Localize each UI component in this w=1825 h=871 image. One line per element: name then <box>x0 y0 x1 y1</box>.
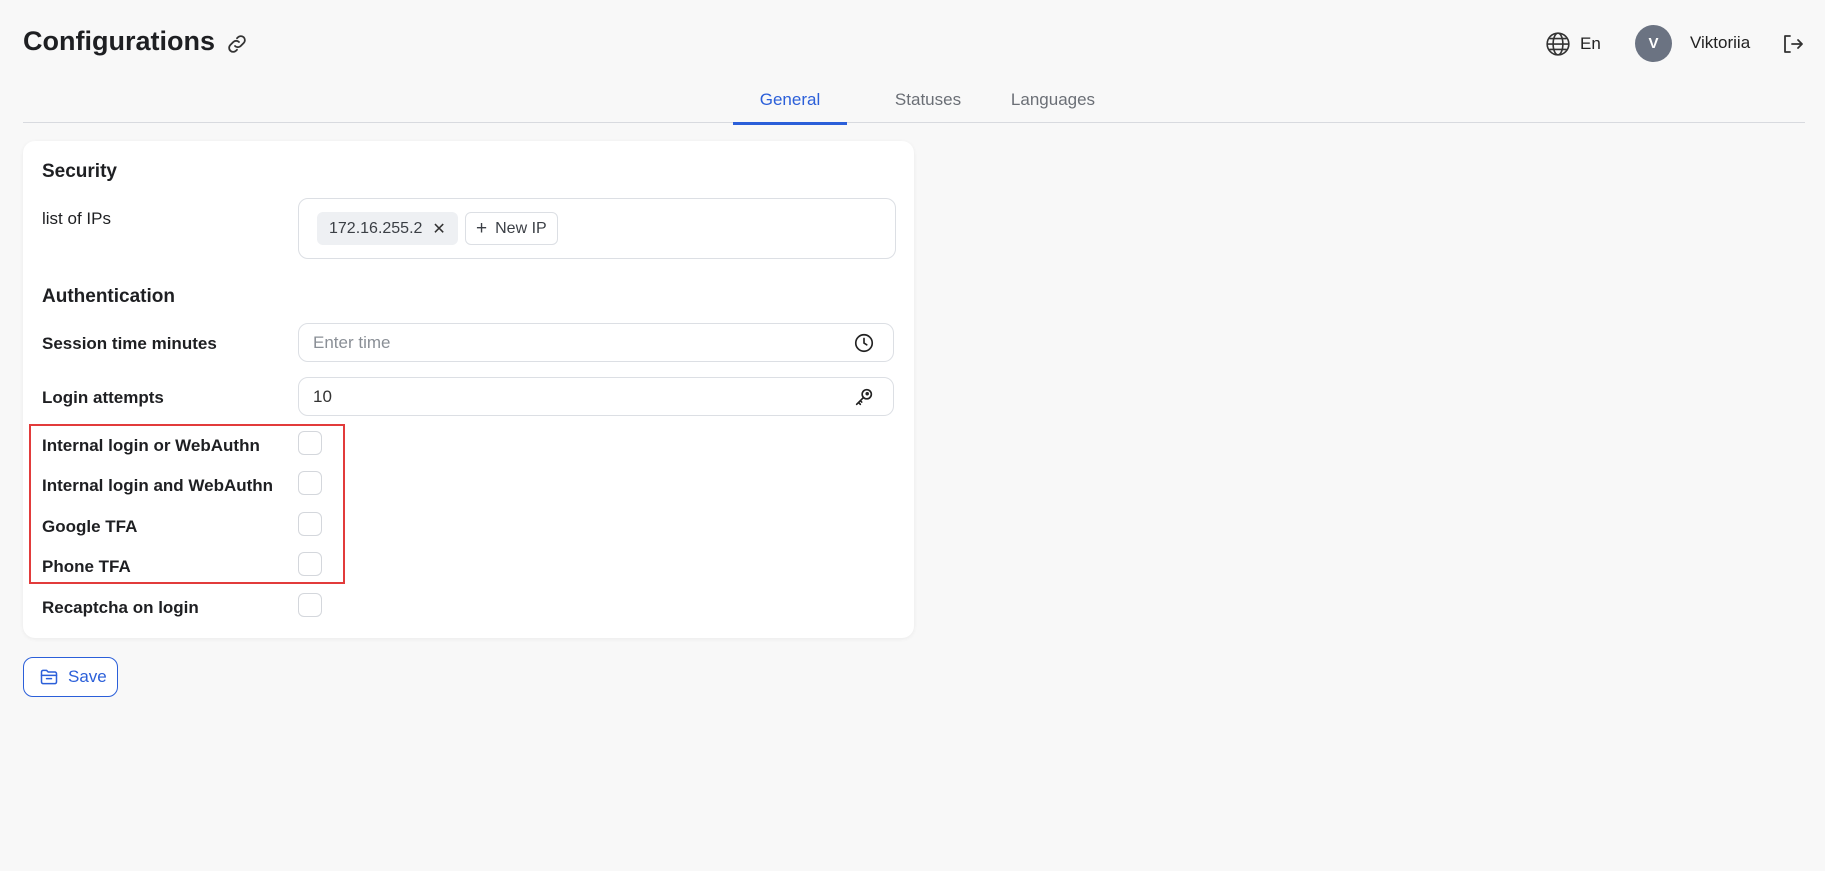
avatar[interactable]: V <box>1635 25 1672 62</box>
authentication-title: Authentication <box>42 286 175 307</box>
ip-list-field[interactable]: 172.16.255.2 ✕ + New IP <box>298 198 896 259</box>
tab-statuses[interactable]: Statuses <box>868 90 988 122</box>
globe-icon[interactable] <box>1545 31 1571 57</box>
checkbox-label-internal-or-webauthn: Internal login or WebAuthn <box>42 436 260 455</box>
checkbox-phone-tfa[interactable] <box>298 552 322 576</box>
language-selector[interactable]: En <box>1580 34 1601 54</box>
key-icon <box>855 388 873 406</box>
checkbox-internal-and-webauthn[interactable] <box>298 471 322 495</box>
checkbox-label-internal-and-webauthn: Internal login and WebAuthn <box>42 476 274 495</box>
folder-icon <box>40 669 58 685</box>
login-attempts-field <box>298 377 894 416</box>
clock-icon <box>854 333 874 353</box>
remove-ip-icon[interactable]: ✕ <box>432 219 445 239</box>
login-attempts-label: Login attempts <box>42 388 164 407</box>
checkbox-label-phone-tfa: Phone TFA <box>42 557 131 576</box>
new-ip-button[interactable]: + New IP <box>465 212 558 245</box>
checkbox-recaptcha[interactable] <box>298 593 322 617</box>
checkbox-internal-or-webauthn[interactable] <box>298 431 322 455</box>
security-title: Security <box>42 161 117 182</box>
session-time-input[interactable] <box>313 324 833 361</box>
ip-chip-label: 172.16.255.2 <box>329 219 423 237</box>
session-time-label: Session time minutes <box>42 334 217 353</box>
session-time-field <box>298 323 894 362</box>
ip-list-label: list of IPs <box>42 209 111 228</box>
configuration-card: Security list of IPs 172.16.255.2 ✕ + Ne… <box>23 141 914 638</box>
tab-languages[interactable]: Languages <box>988 90 1118 122</box>
checkbox-label-recaptcha: Recaptcha on login <box>42 598 199 617</box>
page-title: Configurations <box>23 26 215 56</box>
new-ip-label: New IP <box>495 219 547 237</box>
save-button[interactable]: Save <box>23 657 118 697</box>
link-icon[interactable] <box>225 32 249 56</box>
login-attempts-input[interactable] <box>313 378 833 415</box>
tab-general[interactable]: General <box>733 90 847 125</box>
checkbox-label-google-tfa: Google TFA <box>42 517 138 536</box>
tab-bar: General Statuses Languages <box>23 86 1805 125</box>
checkbox-google-tfa[interactable] <box>298 512 322 536</box>
logout-icon[interactable] <box>1780 32 1804 56</box>
plus-icon: + <box>476 217 488 239</box>
save-label: Save <box>68 667 107 686</box>
ip-chip: 172.16.255.2 ✕ <box>317 212 458 245</box>
user-name[interactable]: Viktoriia <box>1690 33 1750 53</box>
